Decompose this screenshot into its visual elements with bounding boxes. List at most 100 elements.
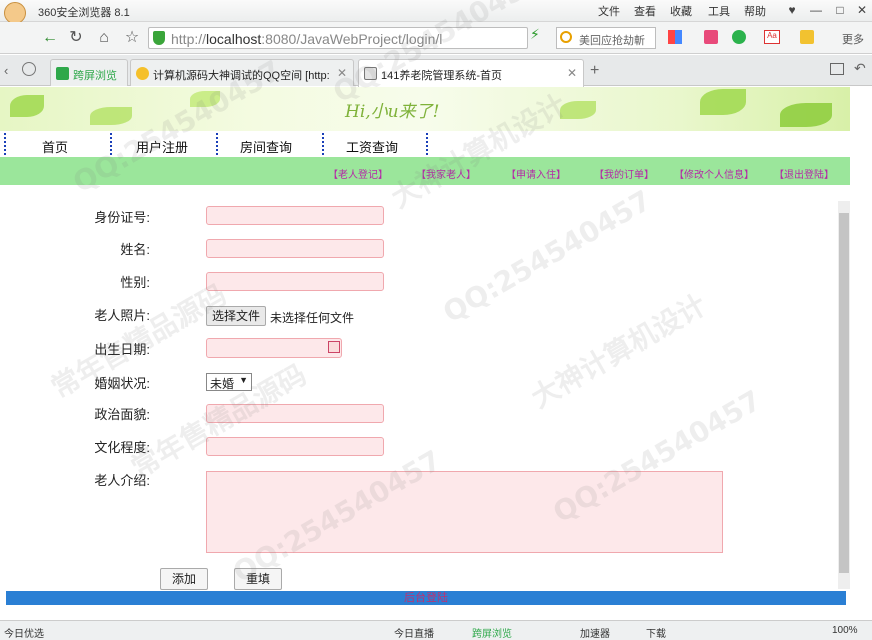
intro-label: 老人介绍:: [94, 473, 150, 488]
subnav-my-elders[interactable]: 【我家老人】: [416, 166, 476, 181]
page-icon: [364, 67, 377, 80]
cross-screen[interactable]: 跨屏浏览: [472, 625, 512, 640]
menu-file[interactable]: 文件: [598, 3, 620, 19]
menu-favorites[interactable]: 收藏: [670, 3, 692, 19]
user-subnav: 【老人登记】 【我家老人】 【申请入住】 【我的订单】 【修改个人信息】 【退出…: [0, 157, 850, 185]
tab-nursing-home[interactable]: 141养老院管理系统-首页 ✕: [358, 59, 584, 87]
nav-register[interactable]: 用户注册: [136, 137, 188, 156]
nav-divider: [322, 133, 324, 155]
subnav-my-orders[interactable]: 【我的订单】: [594, 166, 654, 181]
search-text: 美回应抢劫斬: [579, 35, 645, 47]
subnav-apply-checkin[interactable]: 【申请入住】: [506, 166, 566, 181]
tab-left-arrow-icon[interactable]: ‹: [4, 63, 8, 78]
browser-titlebar: 360安全浏览器 8.1 文件 查看 收藏 工具 帮助 ♥ — □ ✕: [0, 0, 872, 24]
banner-greeting: Hi,小u来了!: [345, 102, 440, 122]
new-tab-icon[interactable]: +: [590, 62, 599, 80]
minimize-icon[interactable]: —: [804, 1, 828, 19]
photo-label: 老人照片:: [94, 308, 150, 323]
reset-button[interactable]: 重填: [234, 568, 282, 590]
restore-tab-icon[interactable]: [830, 63, 844, 75]
education-field[interactable]: [206, 437, 384, 456]
tab-label: 141养老院管理系统-首页: [381, 70, 503, 82]
tab-label: 跨屏浏览: [73, 70, 117, 82]
nav-divider: [110, 133, 112, 155]
menu-tools[interactable]: 工具: [708, 3, 730, 19]
refresh-icon[interactable]: ↻: [66, 28, 86, 48]
file-status: 未选择任何文件: [270, 311, 355, 325]
tab-qq-space[interactable]: 计算机源码大神调试的QQ空间 [http: ✕: [130, 59, 354, 86]
political-field[interactable]: [206, 404, 384, 423]
search-input[interactable]: 美回应抢劫斬: [556, 27, 656, 49]
nav-divider: [216, 133, 218, 155]
status-bar: 今日优选 今日直播 跨屏浏览 加速器 下载 100%: [0, 620, 872, 640]
tab-label: 计算机源码大神调试的QQ空间 [http:: [153, 70, 330, 82]
id-number-label: 身份证号:: [94, 210, 150, 225]
close-tab-icon[interactable]: ✕: [567, 66, 577, 80]
id-number-field[interactable]: [206, 206, 384, 225]
gift-icon[interactable]: [704, 30, 718, 44]
intro-textarea[interactable]: [206, 471, 723, 553]
shield-icon: [153, 31, 165, 45]
app-grid-icon[interactable]: [668, 30, 682, 44]
nav-salary-query[interactable]: 工资查询: [346, 137, 398, 156]
avatar-icon[interactable]: [4, 2, 26, 24]
skin-icon[interactable]: ♥: [780, 1, 804, 19]
calendar-icon[interactable]: [328, 341, 340, 353]
gender-label: 性别:: [120, 275, 150, 290]
nav-divider: [426, 133, 428, 155]
address-toolbar: ← ↻ ⌂ ☆ http://localhost:8080/JavaWebPro…: [0, 22, 872, 54]
choose-file-button[interactable]: 选择文件: [206, 306, 266, 326]
phone-icon: [56, 67, 69, 80]
search-engine-icon: [560, 31, 572, 43]
nav-divider: [4, 133, 6, 155]
daily-live[interactable]: 今日直播: [394, 625, 434, 640]
birth-date-field[interactable]: [206, 338, 342, 358]
subnav-edit-profile[interactable]: 【修改个人信息】: [674, 166, 754, 181]
admin-login-link[interactable]: 后台登陆: [6, 591, 846, 605]
marital-value: 未婚: [210, 377, 235, 391]
daily-picks[interactable]: 今日优选: [4, 625, 44, 640]
folder-icon[interactable]: [800, 30, 814, 44]
add-button[interactable]: 添加: [160, 568, 208, 590]
cloud-icon[interactable]: [22, 62, 36, 76]
name-field[interactable]: [206, 239, 384, 258]
political-label: 政治面貌:: [94, 407, 150, 422]
birth-date-label: 出生日期:: [94, 342, 150, 357]
maximize-icon[interactable]: □: [828, 1, 852, 19]
url-text: http://localhost:8080/JavaWebProject/log…: [171, 31, 443, 47]
marital-select[interactable]: 未婚 ▼: [206, 373, 252, 391]
nav-home[interactable]: 首页: [42, 137, 68, 156]
close-window-icon[interactable]: ✕: [850, 1, 872, 19]
url-input[interactable]: http://localhost:8080/JavaWebProject/log…: [148, 27, 528, 49]
name-label: 姓名:: [120, 242, 150, 257]
nav-room-query[interactable]: 房间查询: [240, 137, 292, 156]
more-menu[interactable]: 更多: [842, 31, 864, 47]
subnav-logout[interactable]: 【退出登陆】: [774, 166, 834, 181]
qq-star-icon: [136, 67, 149, 80]
site-banner: Hi,小u来了!: [0, 87, 850, 131]
education-label: 文化程度:: [94, 440, 150, 455]
back-icon[interactable]: ←: [40, 28, 60, 48]
undo-icon[interactable]: ↶: [854, 60, 866, 77]
page-scrollbar[interactable]: [838, 201, 850, 589]
lightning-icon[interactable]: ⚡: [530, 26, 540, 43]
zoom-level[interactable]: 100%: [832, 625, 858, 636]
subnav-elder-register[interactable]: 【老人登记】: [328, 166, 388, 181]
accelerator[interactable]: 加速器: [580, 625, 610, 640]
pdf-icon[interactable]: Aa: [764, 30, 780, 44]
gender-field[interactable]: [206, 272, 384, 291]
scrollbar-thumb[interactable]: [839, 213, 849, 573]
download[interactable]: 下载: [646, 625, 666, 640]
tab-cross-screen[interactable]: 跨屏浏览: [50, 59, 128, 86]
menu-view[interactable]: 查看: [634, 3, 656, 19]
menu-help[interactable]: 帮助: [744, 3, 766, 19]
web-page: Hi,小u来了! 首页 用户注册 房间查询 工资查询 【老人登记】 【我家老人】…: [0, 87, 872, 620]
marital-label: 婚姻状况:: [94, 376, 150, 391]
dropdown-arrow-icon: ▼: [239, 375, 248, 385]
security-icon[interactable]: [732, 30, 746, 44]
app-title: 360安全浏览器 8.1: [38, 7, 130, 19]
home-icon[interactable]: ⌂: [94, 28, 114, 48]
tab-bar: ‹ 跨屏浏览 计算机源码大神调试的QQ空间 [http: ✕ 141养老院管理系…: [0, 55, 872, 87]
close-tab-icon[interactable]: ✕: [337, 66, 347, 80]
star-icon[interactable]: ☆: [122, 28, 142, 48]
